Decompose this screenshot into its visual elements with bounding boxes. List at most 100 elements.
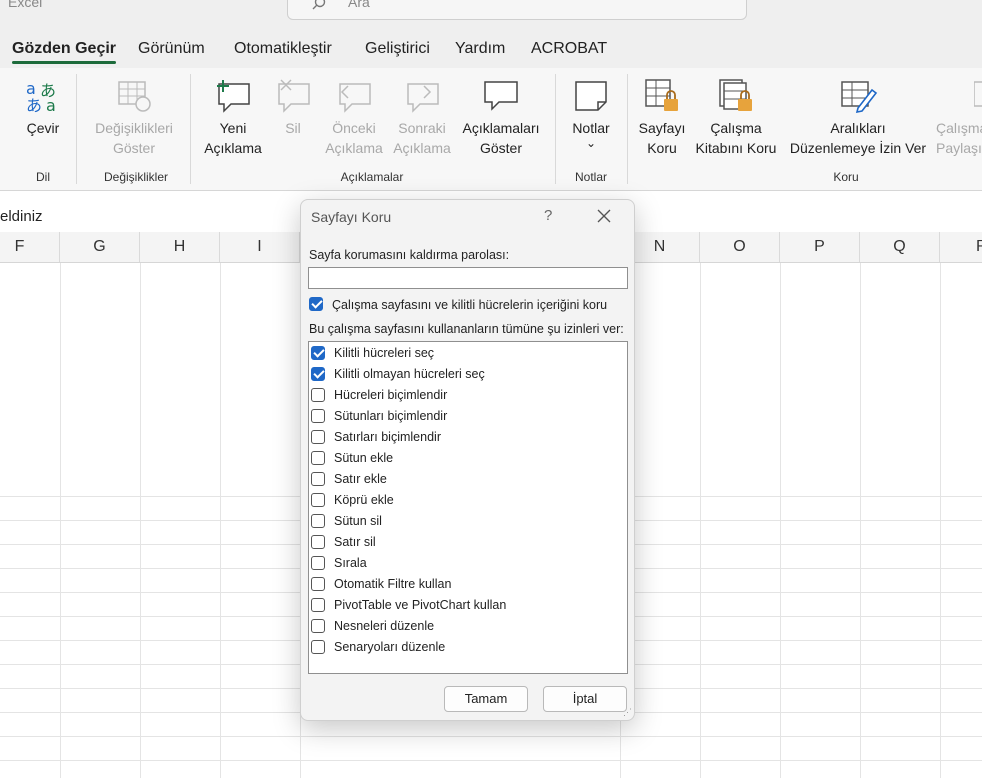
notlar-label: Notlar (572, 120, 610, 136)
onceki-label: Önceki (332, 120, 376, 136)
list-item[interactable]: Senaryoları düzenle (309, 637, 627, 657)
aciklama-label: Açıklama (204, 140, 262, 156)
sonraki-label: Sonraki (398, 120, 446, 136)
list-item[interactable]: Köprü ekle (309, 490, 627, 510)
permission-label: Satır sil (334, 535, 376, 549)
ok-button[interactable]: Tamam (444, 686, 528, 712)
group-label-degisiklikler: Değişiklikler (103, 170, 168, 184)
group-separator (76, 74, 77, 184)
permission-checkbox[interactable] (311, 388, 325, 402)
allow-label: Bu çalışma sayfasını kullananların tümün… (309, 322, 624, 336)
permission-checkbox[interactable] (311, 472, 325, 486)
app-title: Excel (8, 0, 43, 10)
column-header[interactable]: Q (860, 232, 940, 262)
column-header[interactable]: R (940, 232, 982, 262)
tab-otomatiklestir[interactable]: Otomatikleştir (234, 40, 332, 58)
group-label-aciklamalar: Açıklamalar (340, 170, 404, 184)
protect-sheet-dialog: Sayfayı Koru ? Sayfa korumasını kaldırma… (300, 199, 635, 721)
permission-label: Kilitli hücreleri seç (334, 346, 435, 360)
permission-checkbox[interactable] (311, 430, 325, 444)
cancel-button[interactable]: İptal (543, 686, 627, 712)
share-workbook-icon (974, 81, 982, 107)
column-header[interactable]: O (700, 232, 780, 262)
calisma-kitabini-koru-button[interactable]: Çalışma Kitabını Koru (690, 78, 782, 158)
onceki-aciklama-button[interactable]: Önceki Açıklama (320, 78, 388, 158)
formula-text: eldiniz (0, 208, 43, 225)
title-bar: Excel Ara (0, 0, 982, 30)
permission-checkbox[interactable] (311, 346, 325, 360)
aciklama-label: Açıklama (393, 140, 451, 156)
svg-text:a: a (46, 96, 56, 114)
permission-label: Satır ekle (334, 472, 387, 486)
permission-label: Sütun ekle (334, 451, 394, 465)
list-item[interactable]: PivotTable ve PivotChart kullan (309, 595, 627, 615)
resize-grip-icon[interactable]: ⋰ (623, 707, 632, 718)
sayfayi-label: Sayfayı (638, 120, 686, 136)
list-item[interactable]: Sütunları biçimlendir (309, 406, 627, 426)
tab-gorunum[interactable]: Görünüm (138, 40, 205, 58)
permission-label: Kilitli olmayan hücreleri seç (334, 367, 485, 381)
protect-checkbox[interactable] (309, 297, 323, 311)
list-item[interactable]: Satır ekle (309, 469, 627, 489)
password-label: Sayfa korumasını kaldırma parolası: (309, 248, 510, 262)
tab-yardim[interactable]: Yardım (455, 40, 505, 58)
permission-label: Köprü ekle (334, 493, 394, 507)
goster-label: Göster (112, 140, 155, 156)
permission-checkbox[interactable] (311, 367, 325, 381)
list-item[interactable]: Sütun sil (309, 511, 627, 531)
permission-checkbox[interactable] (311, 640, 325, 654)
tab-gelistirici[interactable]: Geliştirici (365, 40, 430, 58)
tab-gozden-gecir[interactable]: Gözden Geçir (12, 40, 117, 64)
permission-checkbox[interactable] (311, 451, 325, 465)
column-header[interactable]: P (780, 232, 860, 262)
help-icon[interactable]: ? (544, 207, 552, 224)
list-item[interactable]: Nesneleri düzenle (309, 616, 627, 636)
search-icon (312, 0, 326, 10)
aciklamalari-goster-button[interactable]: Açıklamaları Göster (456, 78, 546, 158)
list-item[interactable]: Satırları biçimlendir (309, 427, 627, 447)
search-box[interactable]: Ara (287, 0, 747, 20)
sonraki-aciklama-button[interactable]: Sonraki Açıklama (388, 78, 456, 158)
duzenlemeye-izin-ver-label: Düzenlemeye İzin Ver (789, 140, 927, 156)
close-icon[interactable] (597, 209, 611, 223)
track-changes-icon (118, 81, 151, 112)
yeni-aciklama-button[interactable]: Yeni Açıklama (198, 78, 268, 158)
sil-button[interactable]: Sil (270, 78, 316, 138)
permissions-list[interactable]: Kilitli hücreleri seç Kilitli olmayan hü… (308, 341, 628, 674)
permission-checkbox[interactable] (311, 535, 325, 549)
permission-checkbox[interactable] (311, 514, 325, 528)
group-separator (190, 74, 191, 184)
column-header[interactable]: F (0, 232, 60, 262)
search-placeholder: Ara (348, 0, 370, 10)
column-header[interactable]: H (140, 232, 220, 262)
tab-acrobat[interactable]: ACROBAT (531, 40, 607, 58)
list-item[interactable]: Hücreleri biçimlendir (309, 385, 627, 405)
degisiklikleri-goster-button[interactable]: Değişiklikleri Göster (88, 78, 180, 158)
permission-checkbox[interactable] (311, 619, 325, 633)
list-item[interactable]: Otomatik Filtre kullan (309, 574, 627, 594)
calisma-paylas-button[interactable]: Çalışma Paylaşı (936, 78, 982, 158)
chevron-down-icon: ⌄ (585, 136, 597, 150)
list-item[interactable]: Kilitli olmayan hücreleri seç (309, 364, 627, 384)
ribbon: a あ あ a Çevir Değişiklikleri Göster Yeni… (0, 68, 982, 191)
list-item[interactable]: Kilitli hücreleri seç (309, 343, 627, 363)
permission-checkbox[interactable] (311, 598, 325, 612)
sayfayi-koru-button[interactable]: Sayfayı Koru (634, 78, 690, 158)
password-field[interactable] (308, 267, 628, 289)
list-item[interactable]: Satır sil (309, 532, 627, 552)
group-separator (627, 74, 628, 184)
permission-checkbox[interactable] (311, 409, 325, 423)
permission-checkbox[interactable] (311, 577, 325, 591)
permission-checkbox[interactable] (311, 493, 325, 507)
notlar-button[interactable]: Notlar ⌄ (562, 78, 620, 150)
permission-checkbox[interactable] (311, 556, 325, 570)
araliklari-duzenle-button[interactable]: Aralıkları Düzenlemeye İzin Ver (784, 78, 932, 158)
column-header[interactable]: I (220, 232, 300, 262)
permission-label: Satırları biçimlendir (334, 430, 441, 444)
protect-workbook-icon (719, 79, 752, 111)
permission-label: Sütun sil (334, 514, 382, 528)
list-item[interactable]: Sütun ekle (309, 448, 627, 468)
cevir-button[interactable]: a あ あ a Çevir (14, 78, 72, 138)
column-header[interactable]: G (60, 232, 140, 262)
list-item[interactable]: Sırala (309, 553, 627, 573)
